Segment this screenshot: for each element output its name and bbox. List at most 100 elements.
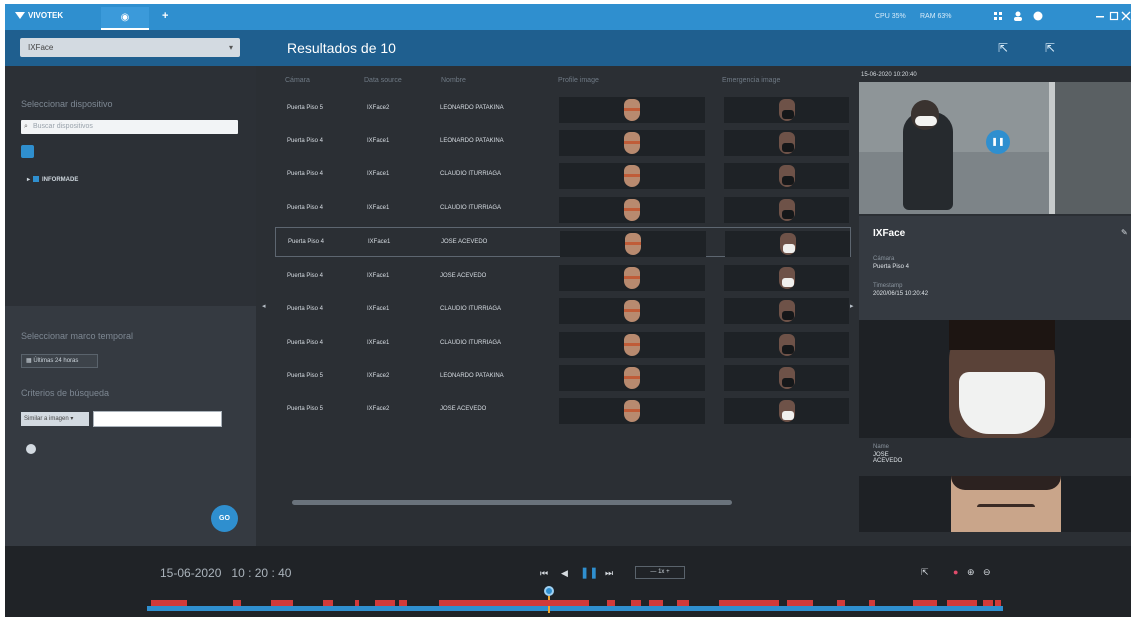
speed-control[interactable]: — 1x + (635, 566, 685, 579)
step-forward-icon[interactable]: ⏭ (605, 568, 613, 579)
expand-arrow-icon[interactable]: ▸ (27, 177, 30, 183)
timeline-event[interactable] (995, 600, 1001, 606)
step-back-icon[interactable]: ◀ (561, 568, 568, 579)
timeline-event[interactable] (355, 600, 359, 606)
profile-image[interactable] (559, 265, 705, 291)
col-header-profile[interactable]: Profile image (558, 77, 599, 84)
table-row[interactable]: Puerta Piso 5 IXFace2 JOSE ACEVEDO (275, 395, 851, 425)
criteria-select[interactable]: Similar a imagen ▾ (21, 412, 89, 426)
emergencia-image[interactable] (724, 197, 849, 223)
table-row[interactable]: Puerta Piso 4 IXFace1 LEONARDO PATAKINA (275, 127, 851, 157)
timeline-event[interactable] (719, 600, 779, 606)
minimize-icon[interactable] (1095, 11, 1105, 21)
profile-image[interactable] (559, 130, 705, 156)
emergencia-image[interactable] (724, 163, 849, 189)
tab-camera[interactable]: ◉ (101, 7, 149, 30)
brand-logo[interactable]: VIVOTEK (15, 11, 63, 20)
timeline-event[interactable] (375, 600, 395, 606)
table-row[interactable]: Puerta Piso 4 IXFace1 CLAUDIO ITURRIAGA (275, 194, 851, 224)
pause-playback-icon[interactable]: ❚❚ (580, 566, 598, 579)
collapse-left-icon[interactable]: ◂ (262, 302, 266, 310)
timeline-event[interactable] (271, 600, 293, 606)
collapse-right-icon[interactable]: ▸ (850, 302, 854, 310)
timeline-event[interactable] (787, 600, 813, 606)
col-header-emergencia[interactable]: Emergencia image (722, 77, 780, 84)
criteria-input[interactable] (93, 411, 222, 427)
profile-image[interactable] (559, 332, 705, 358)
results-table: Cámara Data source Nombre Profile image … (256, 66, 857, 546)
snapshot-timestamp: 15-06-2020 10:20:40 (861, 72, 917, 78)
device-search-input[interactable]: ⌕ Buscar dispositivos (21, 120, 238, 134)
timeline-event[interactable] (323, 600, 333, 606)
timeline-event[interactable] (607, 600, 615, 606)
zoom-out-icon[interactable]: ⊖ (983, 567, 991, 578)
profile-image[interactable] (559, 97, 705, 123)
emergencia-image[interactable] (724, 365, 849, 391)
table-row[interactable]: Puerta Piso 4 IXFace1 CLAUDIO ITURRIAGA (275, 160, 851, 190)
col-header-camera[interactable]: Cámara (285, 77, 310, 84)
profile-image[interactable] (560, 231, 706, 257)
profile-image[interactable] (559, 163, 705, 189)
date-range-button[interactable]: ▦ Últimas 24 horas (21, 354, 98, 368)
zoom-in-icon[interactable]: ⊕ (967, 567, 975, 578)
timeline-event[interactable] (869, 600, 875, 606)
timeline-position-marker[interactable] (544, 586, 554, 596)
emergencia-image[interactable] (724, 97, 849, 123)
export-video-icon[interactable]: ⇱ (921, 567, 929, 578)
table-row[interactable]: Puerta Piso 4 IXFace1 CLAUDIO ITURRIAGA (275, 329, 851, 359)
skip-back-icon[interactable]: ⏮ (540, 568, 548, 579)
timeline-event[interactable] (947, 600, 977, 606)
record-icon[interactable]: ● (953, 567, 958, 577)
timeline-event[interactable] (439, 600, 589, 606)
table-row[interactable]: Puerta Piso 4 IXFace1 JOSE ACEVEDO (275, 227, 851, 257)
emergencia-image[interactable] (724, 398, 849, 424)
export-icon[interactable]: ⇱ (998, 41, 1008, 55)
face-mask (782, 244, 795, 253)
go-search-button[interactable]: GO (211, 505, 238, 532)
pause-icon[interactable]: ❚❚ (986, 130, 1010, 154)
add-tab-button[interactable]: + (162, 10, 168, 22)
grid-icon[interactable] (993, 11, 1003, 21)
open-external-icon[interactable]: ⇱ (1045, 41, 1055, 55)
timeline-event[interactable] (837, 600, 845, 606)
emergencia-image[interactable] (724, 298, 849, 324)
emergencia-image[interactable] (725, 231, 850, 257)
timeline-event[interactable] (677, 600, 689, 606)
timeline-event[interactable] (151, 600, 187, 606)
add-criteria-icon[interactable] (26, 444, 36, 454)
edit-icon[interactable]: ✎ (1121, 228, 1128, 237)
timeline-event[interactable] (233, 600, 241, 606)
camera-snapshot[interactable]: ❚❚ (859, 82, 1131, 214)
tree-item-informade[interactable]: ▸ INFORMADE (27, 176, 78, 183)
profile-image[interactable] (559, 197, 705, 223)
folder-checkbox-icon[interactable] (33, 176, 40, 182)
restore-icon[interactable] (1109, 11, 1119, 21)
emergencia-image[interactable] (724, 265, 849, 291)
profile-image[interactable] (559, 365, 705, 391)
user-icon[interactable] (1013, 11, 1023, 21)
timeline-event[interactable] (913, 600, 937, 606)
col-header-source[interactable]: Data source (364, 77, 402, 84)
cell-source: IXFace1 (368, 239, 391, 245)
horizontal-scrollbar[interactable] (292, 500, 732, 505)
table-row[interactable]: Puerta Piso 4 IXFace1 CLAUDIO ITURRIAGA (275, 295, 851, 325)
timeline-event[interactable] (399, 600, 407, 606)
timeline-event[interactable] (649, 600, 663, 606)
emergencia-image[interactable] (724, 130, 849, 156)
search-button[interactable] (21, 145, 34, 158)
timeline-track[interactable] (147, 606, 1003, 611)
table-row[interactable]: Puerta Piso 5 IXFace2 LEONARDO PATAKINA (275, 362, 851, 392)
timeline-event[interactable] (631, 600, 641, 606)
close-icon[interactable] (1121, 11, 1131, 21)
table-row[interactable]: Puerta Piso 4 IXFace1 JOSE ACEVEDO (275, 262, 851, 292)
timeline[interactable] (147, 586, 1003, 613)
emergencia-image[interactable] (724, 332, 849, 358)
face-capture-mask (959, 372, 1045, 434)
table-row[interactable]: Puerta Piso 5 IXFace2 LEONARDO PATAKINA (275, 94, 851, 124)
timeline-event[interactable] (983, 600, 993, 606)
profile-image[interactable] (559, 398, 705, 424)
camera-select[interactable]: IXFace ▾ (20, 38, 240, 57)
profile-image[interactable] (559, 298, 705, 324)
col-header-name[interactable]: Nombre (441, 77, 466, 84)
help-icon[interactable] (1033, 11, 1043, 21)
